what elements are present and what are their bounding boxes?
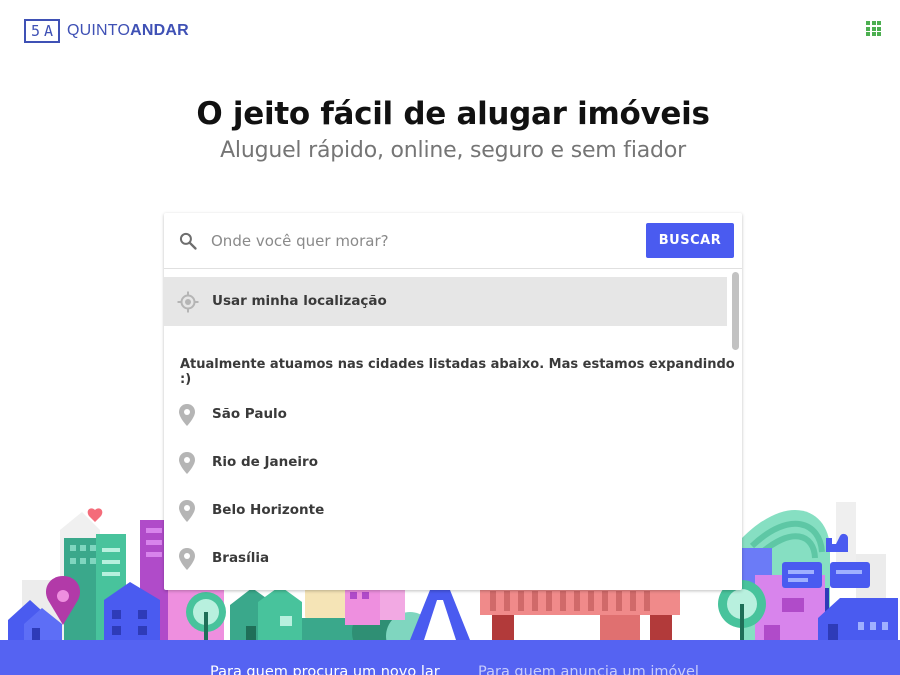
logo-mark: 5 A	[24, 19, 60, 43]
city-label: Belo Horizonte	[212, 502, 325, 518]
map-pin-icon	[179, 404, 195, 426]
scrollbar-thumb[interactable]	[732, 272, 739, 350]
logo-mark-right: A	[43, 21, 54, 40]
city-option-belo-horizonte[interactable]: Belo Horizonte	[164, 487, 727, 535]
page-subtitle: Aluguel rápido, online, seguro e sem fia…	[220, 138, 686, 163]
dropdown-scrollbar[interactable]	[730, 270, 742, 590]
search-card: BUSCAR Usar minha localização Atualmente…	[164, 213, 742, 590]
city-option-brasilia[interactable]: Brasília	[164, 535, 727, 583]
city-label: Rio de Janeiro	[212, 454, 318, 470]
logo-mark-left: 5	[30, 21, 41, 40]
city-option-rio-de-janeiro[interactable]: Rio de Janeiro	[164, 439, 727, 487]
footer-link-owners[interactable]: Para quem anuncia um imóvel	[478, 664, 699, 675]
city-label: Brasília	[212, 550, 270, 566]
use-location-label: Usar minha localização	[212, 293, 387, 309]
map-pin-icon	[179, 452, 195, 474]
gps-icon	[177, 291, 199, 313]
map-pin-icon	[179, 500, 195, 522]
map-pin-icon	[179, 548, 195, 570]
search-button[interactable]: BUSCAR	[646, 223, 734, 258]
quintoandar-logo[interactable]: 5 A QUINTOANDAR	[24, 19, 189, 43]
city-option-sao-paulo[interactable]: São Paulo	[164, 391, 727, 439]
logo-text-bold: ANDAR	[130, 22, 189, 39]
logo-wordmark: QUINTOANDAR	[67, 22, 189, 40]
apps-grid-icon[interactable]	[866, 21, 881, 36]
city-option-partial[interactable]	[164, 583, 727, 590]
search-bar: BUSCAR	[164, 213, 742, 269]
location-dropdown: Usar minha localização Atualmente atuamo…	[164, 270, 742, 590]
footer-link-seekers[interactable]: Para quem procura um novo lar	[210, 664, 440, 675]
use-my-location-option[interactable]: Usar minha localização	[164, 277, 727, 326]
page: 5 A QUINTOANDAR O jeito fácil de alugar …	[0, 0, 900, 675]
city-label: São Paulo	[212, 406, 287, 422]
page-title: O jeito fácil de alugar imóveis	[196, 96, 710, 132]
coverage-info-text: Atualmente atuamos nas cidades listadas …	[180, 357, 735, 387]
footer-bar: Para quem procura um novo lar Para quem …	[0, 640, 900, 675]
search-icon	[179, 232, 197, 250]
logo-text-light: QUINTO	[67, 22, 131, 39]
search-input[interactable]	[211, 227, 631, 255]
